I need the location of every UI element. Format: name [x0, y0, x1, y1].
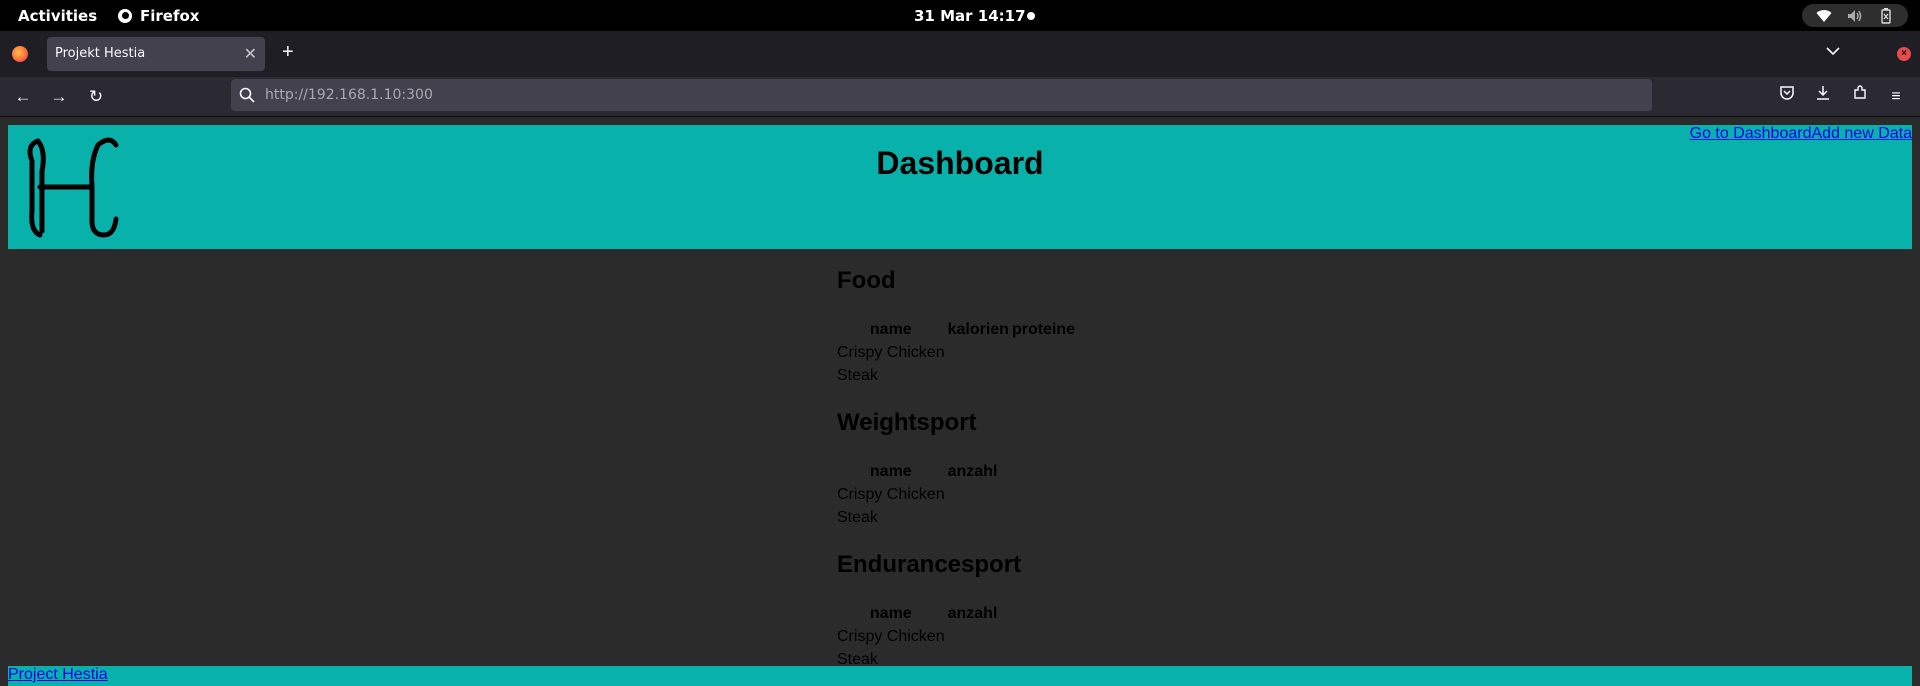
- page-footer: Project Hestia: [8, 666, 1912, 686]
- table-cell: Crispy Chicken: [837, 485, 945, 503]
- section-title-endurancesport: Endurancesport: [837, 551, 1022, 578]
- activities-button[interactable]: Activities: [18, 7, 97, 25]
- pocket-icon[interactable]: [1775, 85, 1799, 109]
- table-row: Crispy Chicken: [837, 484, 997, 505]
- new-tab-icon[interactable]: +: [282, 42, 294, 62]
- table-cell: [948, 626, 998, 647]
- table-row: Crispy Chicken: [837, 342, 1075, 363]
- firefox-view-icon[interactable]: [12, 46, 28, 62]
- column-header: name: [869, 462, 912, 480]
- system-top-bar: Activities Firefox 31 Mar 14:17: [0, 0, 1920, 31]
- table-header-row: name kalorien proteine: [837, 319, 1075, 340]
- endurancesport-section: Endurancesport name anzahl Crispy Chicke…: [837, 551, 1237, 672]
- table-cell: [948, 484, 998, 505]
- header-links: Go to DashboardAdd new Data: [1690, 125, 1912, 143]
- extensions-icon[interactable]: [1848, 85, 1872, 109]
- food-section: Food name kalorien proteine Crispy Chick…: [837, 267, 1237, 388]
- forward-icon[interactable]: →: [47, 85, 71, 109]
- endurancesport-table: name anzahl Crispy Chicken Steak: [834, 601, 1000, 672]
- battery-icon: [1877, 7, 1895, 25]
- close-tab-icon[interactable]: ✕: [244, 44, 257, 63]
- add-new-data-link[interactable]: Add new Data: [1811, 125, 1912, 142]
- page-header: Dashboard Go to DashboardAdd new Data: [8, 125, 1912, 249]
- clock[interactable]: 31 Mar 14:17: [914, 7, 1026, 25]
- table-row: Steak: [837, 365, 1075, 386]
- url-text[interactable]: http://192.168.1.10:300: [265, 87, 433, 103]
- go-to-dashboard-link[interactable]: Go to Dashboard: [1690, 125, 1812, 142]
- volume-icon: [1846, 7, 1864, 25]
- table-row: Crispy Chicken: [837, 626, 997, 647]
- table-cell: Steak: [837, 366, 878, 384]
- column-header: anzahl: [947, 604, 998, 622]
- project-hestia-link[interactable]: Project Hestia: [8, 666, 108, 683]
- section-title-food: Food: [837, 267, 896, 294]
- tab-bar: Projekt Hestia ✕ + ×: [0, 31, 1920, 77]
- app-name: Firefox: [140, 7, 200, 25]
- table-cell: Steak: [837, 508, 878, 526]
- column-header: name: [869, 604, 912, 622]
- downloads-icon[interactable]: [1811, 85, 1835, 109]
- wifi-icon: [1815, 7, 1833, 25]
- firefox-icon: [118, 9, 132, 23]
- chevron-down-icon[interactable]: [1826, 43, 1840, 59]
- search-icon: [239, 87, 255, 103]
- table-row: Steak: [837, 507, 997, 528]
- url-bar[interactable]: http://192.168.1.10:300: [231, 79, 1652, 111]
- back-icon[interactable]: ←: [11, 85, 35, 109]
- column-header: kalorien: [947, 320, 1009, 338]
- table-cell: [948, 507, 998, 528]
- table-cell: [1012, 365, 1075, 386]
- column-header: proteine: [1011, 320, 1076, 338]
- section-title-weightsport: Weightsport: [837, 409, 977, 436]
- weightsport-section: Weightsport name anzahl Crispy Chicken S…: [837, 409, 1237, 530]
- column-header: anzahl: [947, 462, 998, 480]
- table-cell: [948, 342, 1009, 363]
- food-table: name kalorien proteine Crispy Chicken St…: [834, 317, 1078, 388]
- table-header-row: name anzahl: [837, 603, 998, 624]
- window-close-icon[interactable]: ×: [1897, 47, 1911, 61]
- tab-title: Projekt Hestia: [55, 46, 146, 61]
- table-header-row: name anzahl: [837, 461, 998, 482]
- navigation-toolbar: ← → ↻ http://192.168.1.10:300 ≡: [0, 77, 1920, 117]
- app-menu[interactable]: Firefox: [118, 7, 199, 25]
- table-cell: Crispy Chicken: [837, 627, 945, 645]
- tab-projekt-hestia[interactable]: Projekt Hestia ✕: [47, 37, 265, 71]
- table-cell: [1012, 342, 1075, 363]
- reload-icon[interactable]: ↻: [84, 85, 108, 109]
- notification-dot: [1027, 12, 1035, 20]
- menu-icon[interactable]: ≡: [1884, 85, 1908, 109]
- table-cell: [948, 365, 1009, 386]
- page-title: Dashboard: [876, 145, 1044, 181]
- weightsport-table: name anzahl Crispy Chicken Steak: [834, 459, 1000, 530]
- table-cell: Crispy Chicken: [837, 343, 945, 361]
- system-status-menu[interactable]: [1802, 4, 1908, 27]
- dashboard-content: Food name kalorien proteine Crispy Chick…: [837, 267, 1237, 686]
- page-viewport: Dashboard Go to DashboardAdd new Data Fo…: [0, 117, 1920, 686]
- column-header: name: [869, 320, 912, 338]
